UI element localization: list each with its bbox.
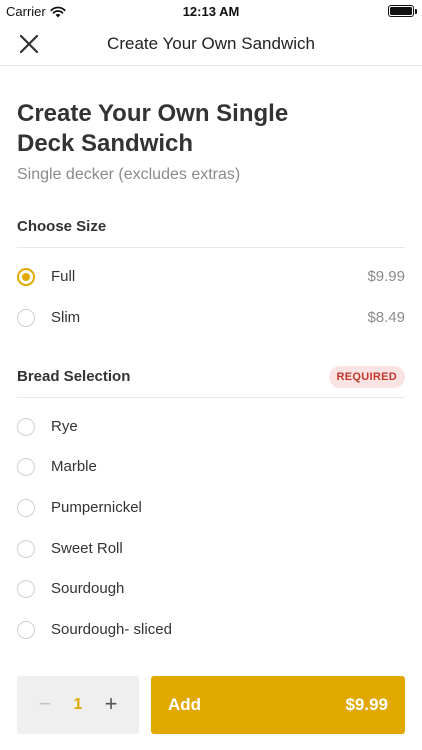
increase-quantity-button[interactable]: +: [97, 690, 125, 718]
battery-icon: [388, 5, 417, 17]
size-section-header: Choose Size: [17, 208, 405, 248]
radio-icon[interactable]: [17, 418, 35, 436]
bread-section-title: Bread Selection: [17, 368, 131, 385]
size-option-full[interactable]: Full $9.99: [17, 257, 405, 297]
bread-option-marble[interactable]: Marble: [17, 447, 405, 487]
product-subtitle: Single decker (excludes extras): [17, 166, 241, 183]
quantity-stepper[interactable]: − 1 +: [17, 676, 139, 734]
option-price: $9.99: [367, 268, 405, 285]
option-label: Rye: [51, 418, 78, 435]
option-label: Marble: [51, 458, 97, 475]
size-option-slim[interactable]: Slim $8.49: [17, 298, 405, 338]
radio-icon[interactable]: [17, 499, 35, 517]
product-title: Create Your Own Single Deck Sandwich: [17, 100, 289, 157]
radio-icon[interactable]: [17, 458, 35, 476]
option-label: Pumpernickel: [51, 499, 142, 516]
bread-option-sourdough-sliced[interactable]: Sourdough- sliced: [17, 610, 405, 650]
status-bar: Carrier 12:13 AM: [0, 0, 422, 22]
bread-section-header: Bread Selection REQUIRED: [17, 358, 405, 398]
option-label: Sweet Roll: [51, 540, 123, 557]
bread-option-sourdough[interactable]: Sourdough: [17, 569, 405, 609]
add-to-cart-button[interactable]: Add $9.99: [151, 676, 405, 734]
add-button-price: $9.99: [345, 695, 388, 714]
status-time: 12:13 AM: [182, 4, 240, 19]
radio-icon[interactable]: [17, 621, 35, 639]
option-label: Slim: [51, 309, 81, 326]
bottom-bar: − 1 + Add $9.99: [0, 662, 422, 750]
radio-selected-icon[interactable]: [17, 268, 35, 286]
radio-icon[interactable]: [17, 540, 35, 558]
option-label: Sourdough- sliced: [51, 621, 172, 638]
add-button-label: Add: [168, 695, 202, 714]
bread-option-rye[interactable]: Rye: [17, 407, 405, 447]
option-label: Sourdough: [51, 580, 125, 597]
radio-icon[interactable]: [17, 309, 35, 327]
nav-bar: Create Your Own Sandwich: [0, 22, 422, 66]
option-label: Full: [51, 268, 76, 285]
nav-title: Create Your Own Sandwich: [107, 34, 315, 53]
size-section-title: Choose Size: [17, 218, 107, 235]
bread-option-sweet-roll[interactable]: Sweet Roll: [17, 529, 405, 569]
bread-option-pumpernickel[interactable]: Pumpernickel: [17, 488, 405, 528]
required-badge: REQUIRED: [328, 366, 405, 388]
radio-icon[interactable]: [17, 580, 35, 598]
option-price: $8.49: [367, 309, 405, 326]
